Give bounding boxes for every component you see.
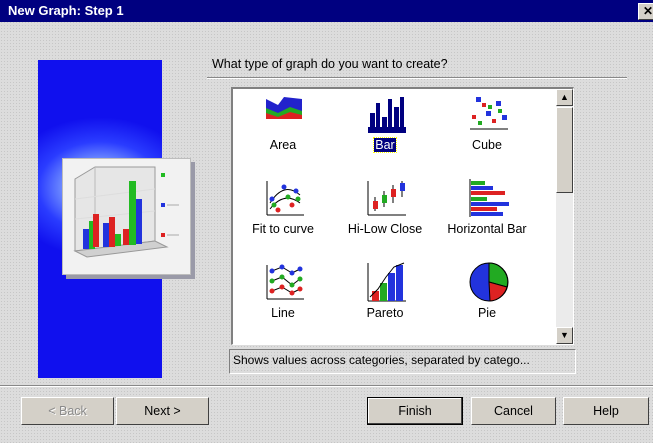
graph-type-label: Pie	[477, 306, 497, 320]
close-button[interactable]: ✕	[638, 3, 653, 20]
graph-type-label: Pareto	[366, 306, 404, 320]
up-arrow-icon: ▲	[560, 92, 569, 102]
area-chart-icon	[266, 97, 302, 119]
hi-low-close-icon	[367, 181, 406, 216]
scroll-down-button[interactable]: ▼	[556, 327, 573, 344]
back-button[interactable]: < Back	[21, 397, 114, 425]
question-divider	[207, 77, 627, 79]
graph-type-label: Bar	[373, 137, 397, 153]
horizontal-bar-icon	[469, 179, 509, 217]
graph-type-hi-low-close[interactable]: Hi-Low Close	[335, 175, 435, 250]
graph-type-label: Line	[271, 306, 295, 320]
back-button-label: < Back	[48, 404, 87, 418]
button-divider	[0, 385, 653, 387]
line-chart-icon	[266, 264, 304, 300]
pareto-chart-icon	[367, 262, 406, 302]
cancel-button[interactable]: Cancel	[471, 397, 556, 425]
graph-type-fit-to-curve[interactable]: Fit to curve	[233, 175, 333, 250]
graph-type-bar[interactable]: Bar	[335, 91, 435, 166]
graph-type-pareto[interactable]: Pareto	[335, 259, 435, 334]
next-button[interactable]: Next >	[116, 397, 209, 425]
title-bar: New Graph: Step 1 ✕	[0, 0, 653, 22]
help-button-label: Help	[593, 404, 619, 418]
close-icon: ✕	[642, 4, 653, 18]
cancel-button-label: Cancel	[494, 404, 533, 418]
graph-type-label: Hi-Low Close	[347, 222, 423, 236]
bar-chart-icon	[368, 97, 406, 133]
graph-type-line[interactable]: Line	[233, 259, 333, 334]
vertical-scrollbar[interactable]: ▲ ▼	[556, 89, 573, 344]
graph-type-label: Horizontal Bar	[447, 222, 527, 236]
help-button[interactable]: Help	[563, 397, 649, 425]
graph-type-label: Fit to curve	[252, 222, 314, 236]
finish-button-label: Finish	[398, 404, 432, 418]
fit-curve-icon	[266, 181, 304, 216]
graph-type-cube[interactable]: Cube	[437, 91, 537, 166]
graph-type-area[interactable]: Area	[233, 91, 333, 166]
graph-type-question: What type of graph do you want to create…	[212, 57, 448, 71]
new-graph-dialog: New Graph: Step 1 ✕ What type of graph d…	[0, 0, 653, 443]
scroll-thumb[interactable]	[556, 107, 573, 193]
scroll-up-button[interactable]: ▲	[556, 89, 573, 106]
graph-type-description: Shows values across categories, separate…	[229, 349, 576, 374]
down-arrow-icon: ▼	[560, 330, 569, 340]
chart-preview-image	[62, 158, 191, 275]
pie-chart-icon	[469, 262, 509, 302]
graph-type-pie[interactable]: Pie	[437, 259, 537, 334]
cube-chart-icon	[470, 97, 508, 130]
next-button-label: Next >	[144, 404, 181, 418]
graph-type-list[interactable]: Area Bar Cube Fit to curve Hi-Low Close Horiz…	[231, 87, 574, 345]
finish-button[interactable]: Finish	[367, 397, 463, 425]
graph-type-label: Area	[269, 138, 297, 152]
chart-preview-illustration	[73, 166, 179, 258]
graph-type-label: Cube	[472, 138, 502, 152]
dialog-title: New Graph: Step 1	[8, 3, 124, 18]
graph-type-horizontal-bar[interactable]: Horizontal Bar	[437, 175, 537, 250]
